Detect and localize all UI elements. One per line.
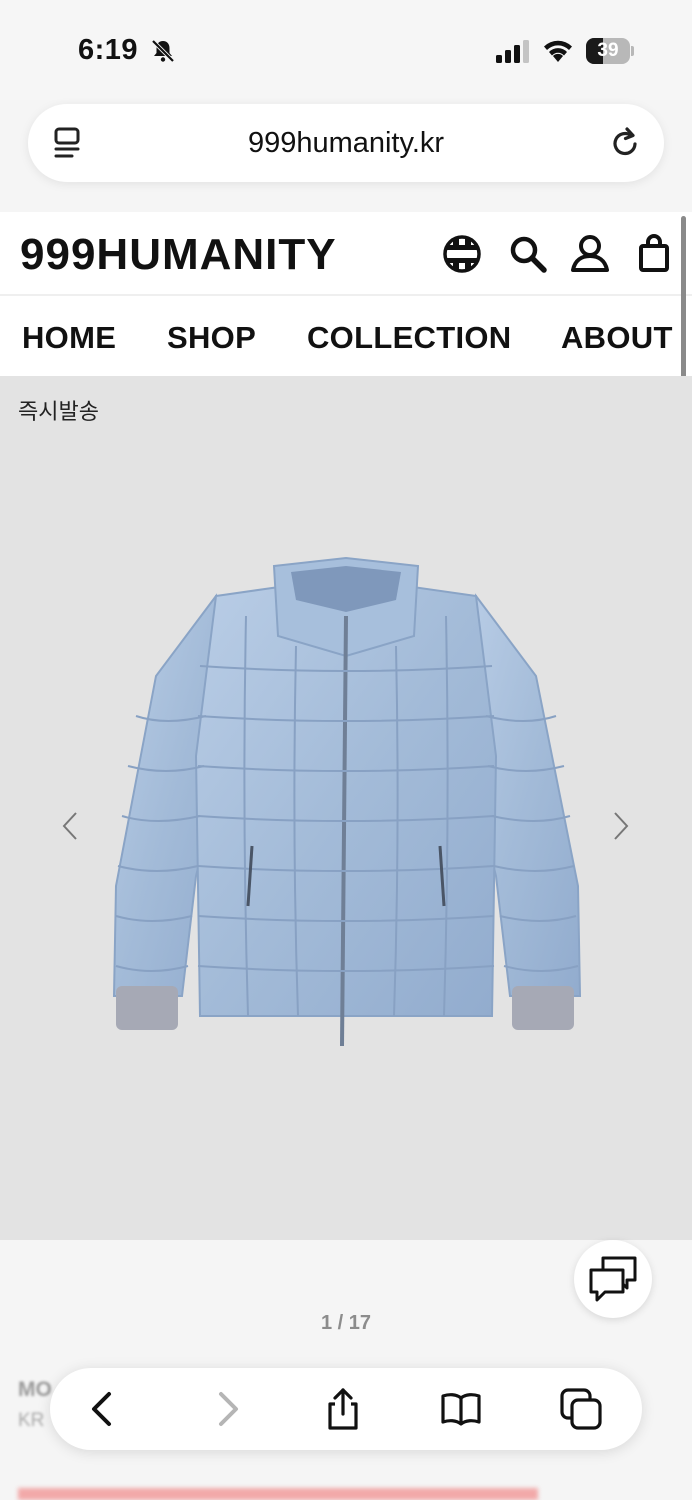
- bookmarks-icon[interactable]: [438, 1386, 484, 1432]
- nav-home[interactable]: HOME: [22, 320, 116, 356]
- nav-about[interactable]: ABOUT: [561, 320, 673, 356]
- url-text[interactable]: 999humanity.kr: [28, 104, 664, 182]
- shipping-badge: 즉시발송: [18, 399, 99, 424]
- chat-button[interactable]: [574, 1240, 652, 1318]
- battery-level: 39: [597, 40, 619, 61]
- image-pager: 1 / 17: [320, 1312, 372, 1334]
- chat-bubbles-icon: [589, 1256, 637, 1302]
- reload-icon[interactable]: [608, 125, 642, 161]
- forward-icon[interactable]: [204, 1386, 250, 1432]
- notice-text-blurred: [18, 1488, 538, 1500]
- share-icon[interactable]: [320, 1386, 366, 1432]
- chevron-left-icon[interactable]: [59, 810, 81, 842]
- status-bar: 6:19 39: [0, 0, 692, 100]
- site-header: 999HUMANITY HOME SHOP COLLECTION ABOUT: [0, 212, 692, 376]
- address-bar[interactable]: 999humanity.kr: [28, 104, 664, 182]
- battery-indicator: 39: [586, 38, 634, 64]
- account-icon[interactable]: [568, 232, 612, 276]
- cart-icon[interactable]: [632, 232, 676, 276]
- product-image-jacket: [112, 556, 582, 1047]
- back-icon[interactable]: [80, 1386, 126, 1432]
- product-subtitle: KR: [18, 1410, 45, 1431]
- search-icon[interactable]: [506, 232, 550, 276]
- wifi-icon: [544, 40, 572, 62]
- product-gallery[interactable]: 즉시발송: [0, 376, 692, 1240]
- globe-icon[interactable]: [440, 232, 484, 276]
- site-logo[interactable]: 999HUMANITY: [20, 230, 337, 280]
- product-title: MO: [18, 1378, 52, 1401]
- cellular-signal-icon: [496, 40, 529, 63]
- header-divider: [0, 294, 692, 296]
- nav-shop[interactable]: SHOP: [167, 320, 256, 356]
- nav-collection[interactable]: COLLECTION: [307, 320, 512, 356]
- tabs-icon[interactable]: [558, 1386, 604, 1432]
- bell-slash-icon: [151, 39, 175, 63]
- status-time: 6:19: [78, 34, 139, 66]
- chevron-right-icon[interactable]: [610, 810, 632, 842]
- browser-toolbar: [50, 1368, 642, 1450]
